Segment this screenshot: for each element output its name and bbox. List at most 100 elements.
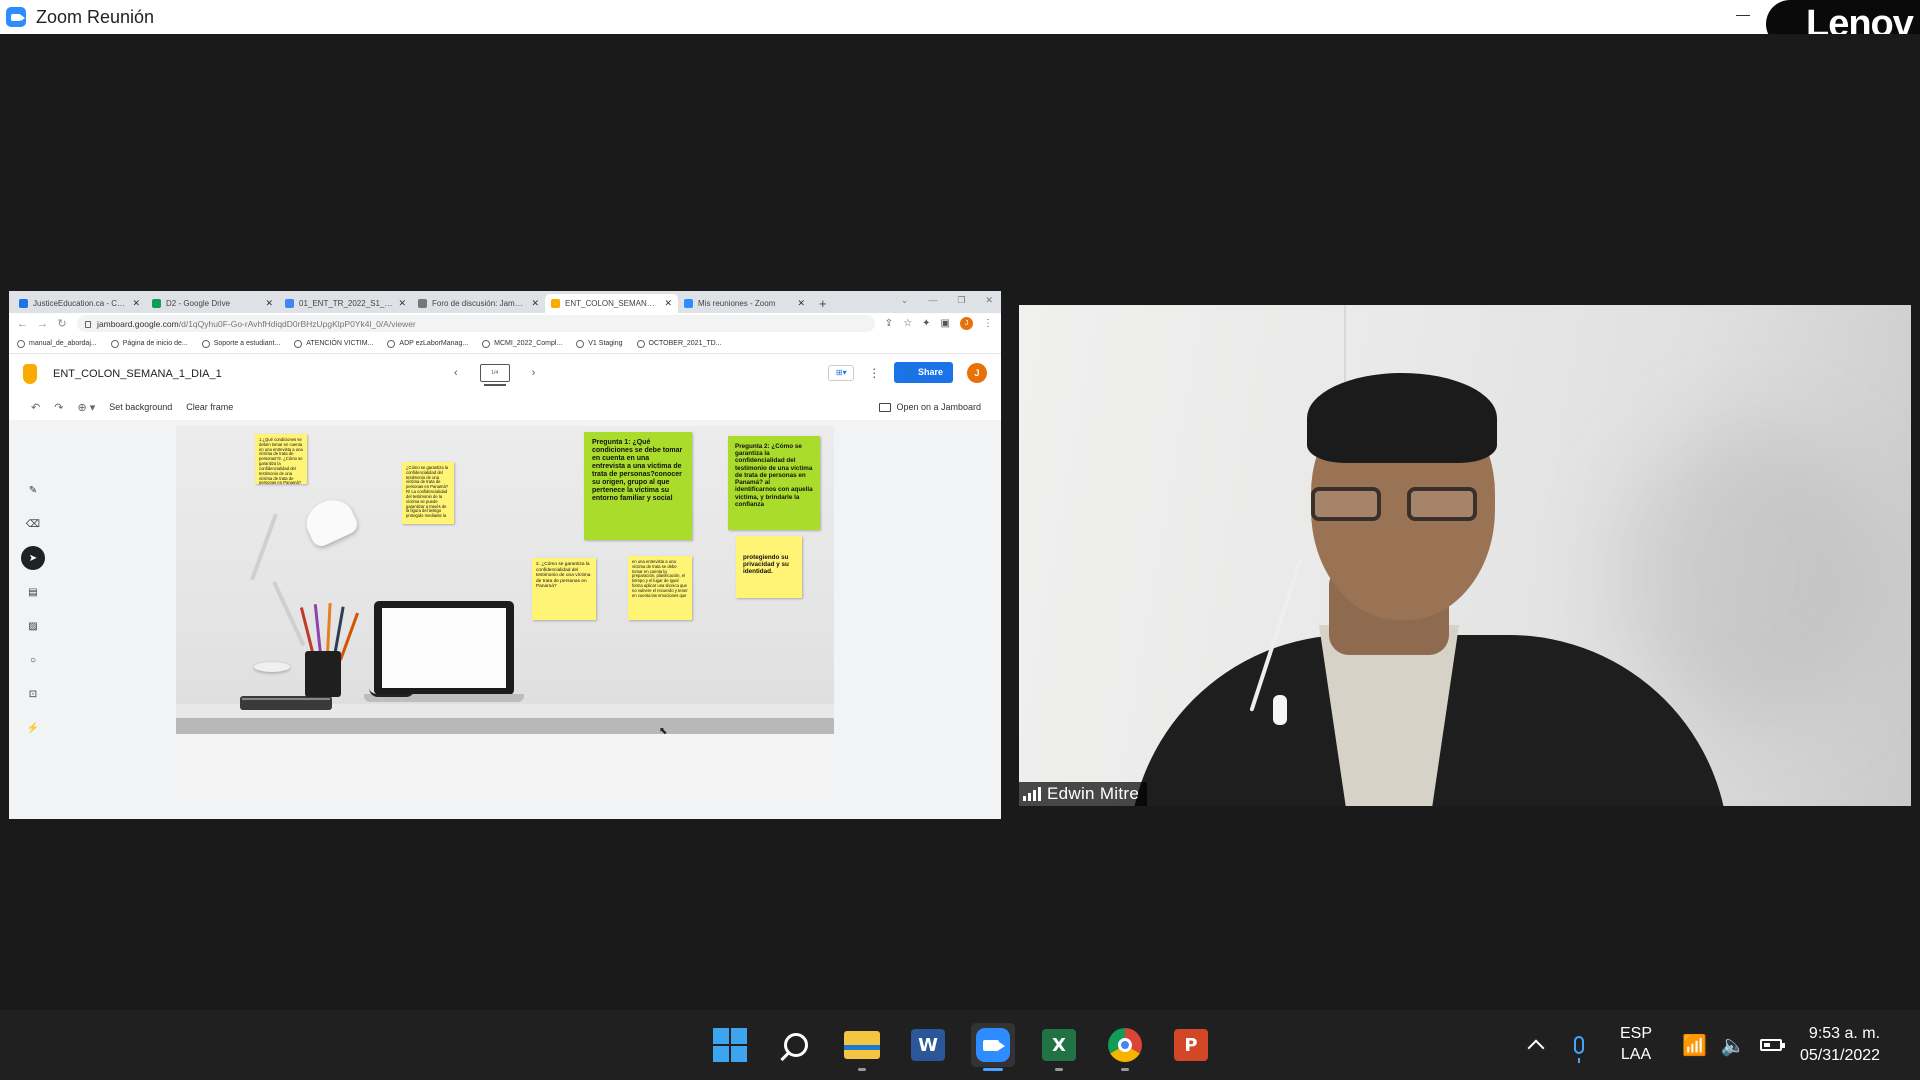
shape-tool-icon[interactable]: ○	[21, 648, 45, 672]
chrome-button[interactable]	[1103, 1023, 1147, 1067]
browser-tab[interactable]: 01_ENT_TR_2022_S1_D2_Fi ✕	[279, 294, 412, 313]
windows-taskbar: W X P ESP LAA 📶 🔈 9:53 a. m. 05/31/2022	[0, 1010, 1920, 1080]
browser-tab[interactable]: Mis reuniones - Zoom ✕	[678, 294, 811, 313]
zoom-icon	[976, 1028, 1010, 1062]
bookmark-icon	[294, 339, 303, 348]
jam-frame[interactable]: ⬉ 1.¿Qué condiciones se deben tomar en c…	[176, 426, 834, 794]
sticky-note[interactable]: ¿Cómo se garantiza la confidencialidad d…	[402, 462, 454, 524]
participant-video[interactable]: Edwin Mitre	[1019, 305, 1911, 806]
browser-menu-icon[interactable]: ⋮	[983, 318, 993, 329]
jam-title[interactable]: ENT_COLON_SEMANA_1_DIA_1	[53, 368, 222, 380]
word-button[interactable]: W	[906, 1023, 950, 1067]
chrome-icon	[1108, 1028, 1142, 1062]
tab-close-icon[interactable]: ✕	[664, 298, 672, 309]
reload-icon[interactable]: ↻	[57, 317, 67, 330]
frame-navigator: ‹ 1/4 ›	[454, 364, 536, 386]
sticky-note[interactable]: 1.¿Qué condiciones se deben tomar en cue…	[255, 434, 307, 484]
bookmark-label: V1 Staging	[588, 340, 623, 347]
bookmark-star-icon[interactable]: ☆	[903, 318, 912, 329]
browser-close-icon[interactable]: ✕	[985, 295, 993, 306]
file-explorer-button[interactable]	[840, 1023, 884, 1067]
window-title: Zoom Reunión	[36, 6, 155, 27]
excel-button[interactable]: X	[1037, 1023, 1081, 1067]
pen-tool-icon[interactable]: ✎	[21, 478, 45, 502]
browser-tab[interactable]: ENT_COLON_SEMANA_1_D ✕	[545, 294, 678, 313]
eraser-tool-icon[interactable]: ⌫	[21, 512, 45, 536]
textbox-tool-icon[interactable]: ⊡	[21, 682, 45, 706]
bookmark-item[interactable]: MCMI_2022_Compl...	[482, 339, 563, 348]
browser-minimize-icon[interactable]: —	[928, 295, 937, 306]
minimize-button[interactable]	[1736, 15, 1750, 16]
word-icon: W	[911, 1029, 945, 1061]
extensions-icon[interactable]: ✦	[922, 318, 930, 329]
browser-chevron-icon[interactable]: ⌄	[901, 295, 909, 306]
open-on-jamboard-button[interactable]: Open on a Jamboard	[879, 402, 981, 412]
tab-close-icon[interactable]: ✕	[132, 298, 140, 309]
sticky-note[interactable]: 2. ¿Cómo se garantiza la confidencialida…	[532, 558, 596, 620]
url-field[interactable]: jamboard.google.com/d/1qQyhu0F-Go-rAvhfH…	[77, 315, 875, 332]
set-background-button[interactable]: Set background	[109, 402, 172, 412]
bookmark-label: MCMI_2022_Compl...	[494, 340, 563, 347]
sticky-note[interactable]: Pregunta 2: ¿Cómo se garantiza la confid…	[728, 436, 820, 530]
sidepanel-icon[interactable]: ▣	[941, 318, 950, 329]
bookmark-item[interactable]: OCTOBER_2021_TD...	[636, 339, 722, 348]
tab-close-icon[interactable]: ✕	[797, 298, 805, 309]
next-frame-icon[interactable]: ›	[532, 367, 536, 379]
prev-frame-icon[interactable]: ‹	[454, 367, 458, 379]
sticky-note[interactable]: protegiendo su privacidad y su identidad…	[736, 536, 802, 598]
chevron-up-icon	[1527, 1039, 1545, 1057]
image-tool-icon[interactable]: ▨	[21, 614, 45, 638]
bookmark-item[interactable]: Soporte a estudiant...	[201, 339, 280, 348]
tab-favicon-icon	[418, 299, 427, 308]
share-button[interactable]: 👤 Share	[894, 362, 953, 383]
share-page-icon[interactable]: ⇪	[885, 318, 893, 329]
search-button[interactable]	[774, 1023, 818, 1067]
bookmark-icon	[576, 339, 585, 348]
present-icon[interactable]: ⊞▾	[828, 364, 855, 381]
new-tab-button[interactable]: +	[811, 294, 835, 313]
undo-icon[interactable]: ↶	[31, 401, 40, 414]
bookmark-icon	[482, 339, 491, 348]
redo-icon[interactable]: ↷	[54, 401, 63, 414]
bookmark-item[interactable]: Página de inicio de...	[110, 339, 188, 348]
browser-restore-icon[interactable]: ❐	[957, 295, 965, 306]
more-options-icon[interactable]: ⋮	[868, 366, 880, 380]
bookmark-label: OCTOBER_2021_TD...	[648, 340, 722, 347]
bookmark-item[interactable]: ADP ezLaborManag...	[387, 339, 468, 348]
clock-button[interactable]: 9:53 a. m. 05/31/2022	[1800, 1010, 1880, 1080]
tab-close-icon[interactable]: ✕	[398, 298, 406, 309]
share-label: Share	[917, 367, 943, 377]
back-icon[interactable]: ←	[17, 318, 28, 330]
language-switcher[interactable]: ESP LAA	[1620, 1010, 1652, 1080]
browser-profile-avatar[interactable]: J	[960, 317, 973, 330]
tab-close-icon[interactable]: ✕	[265, 298, 273, 309]
user-avatar[interactable]: J	[967, 362, 987, 383]
tab-close-icon[interactable]: ✕	[531, 298, 539, 309]
forward-icon[interactable]: →	[37, 318, 48, 330]
bookmark-item[interactable]: manual_de_abordaj...	[17, 339, 97, 348]
show-hidden-icons-button[interactable]	[1527, 1010, 1545, 1080]
frame-bar-button[interactable]: 1/4	[479, 364, 510, 386]
laser-tool-icon[interactable]: ⚡	[21, 716, 45, 740]
jamboard-canvas-area: ✎ ⌫ ➤ ▤ ▨ ○ ⊡ ⚡ ⬉ 1.¿Qué condiciones se …	[9, 420, 1001, 819]
start-button[interactable]	[708, 1023, 752, 1067]
bookmark-item[interactable]: ATENCIÓN VICTIM...	[294, 339, 373, 348]
powerpoint-button[interactable]: P	[1169, 1023, 1213, 1067]
jamboard-header: ENT_COLON_SEMANA_1_DIA_1 ‹ 1/4 › ⊞▾ ⋮ 👤 …	[9, 354, 1001, 394]
sticky-note[interactable]: Pregunta 1: ¿Qué condiciones se debe tom…	[584, 432, 692, 540]
zoom-icon[interactable]: ⊕ ▾	[77, 401, 95, 414]
browser-tab[interactable]: JusticeEducation.ca - Calendar ✕	[13, 294, 146, 313]
browser-tab[interactable]: Foro de discusión: Jamboard ✕	[412, 294, 545, 313]
folder-icon	[844, 1031, 880, 1059]
sticky-note[interactable]: en una entrevista a una víctima de trata…	[628, 556, 692, 620]
zoom-taskbar-button[interactable]	[971, 1023, 1015, 1067]
tab-label: ENT_COLON_SEMANA_1_D	[565, 299, 659, 308]
microphone-in-use-button[interactable]	[1574, 1010, 1584, 1080]
browser-tab[interactable]: D2 - Google Drive ✕	[146, 294, 279, 313]
quick-settings-button[interactable]: 📶 🔈	[1682, 1010, 1785, 1080]
bookmark-item[interactable]: V1 Staging	[576, 339, 623, 348]
select-tool-icon[interactable]: ➤	[21, 546, 45, 570]
clear-frame-button[interactable]: Clear frame	[186, 402, 233, 412]
volume-icon: 🔈	[1720, 1034, 1746, 1057]
sticky-note-tool-icon[interactable]: ▤	[21, 580, 45, 604]
